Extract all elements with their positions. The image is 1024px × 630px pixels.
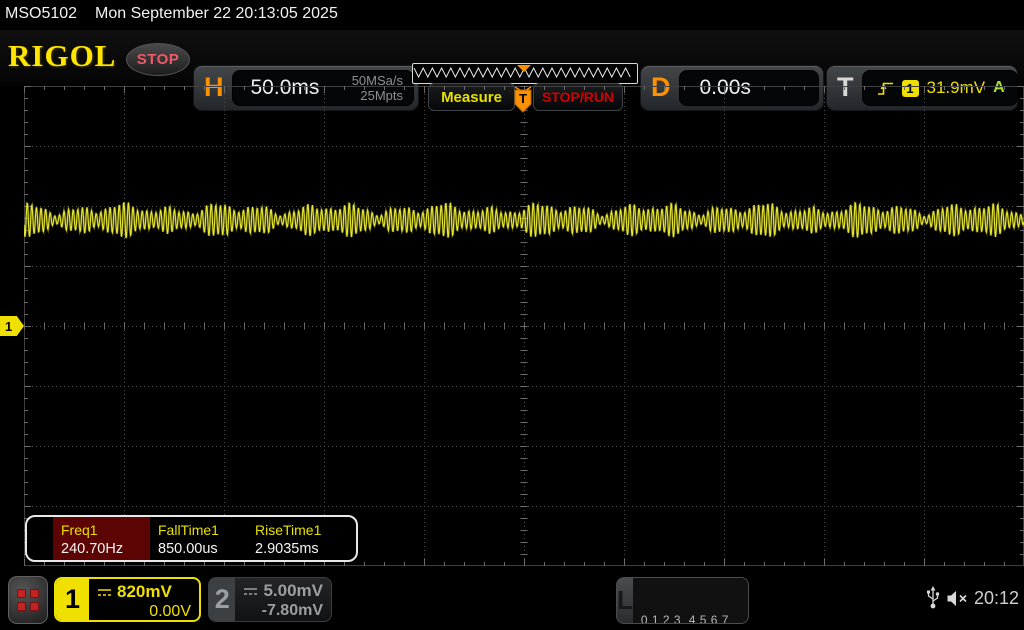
logic-badge: L — [617, 578, 633, 623]
ch2-scale: 5.00mV — [263, 581, 323, 600]
model-name: MSO5102 — [5, 5, 78, 22]
dc-coupling-icon — [244, 587, 258, 595]
channel1-badge: 1 — [56, 579, 89, 620]
measurement-item-risetime1[interactable]: RiseTime1 2.9035ms — [247, 517, 344, 560]
quick-menu-icon — [17, 589, 26, 598]
oscilloscope-screen: MSO5102 Mon September 22 20:13:05 2025 R… — [0, 0, 1024, 630]
sound-mute-toggle[interactable] — [946, 590, 970, 612]
speaker-muted-icon — [947, 591, 967, 606]
usb-status — [926, 586, 940, 615]
dc-coupling-icon — [98, 588, 111, 596]
measurement-label: RiseTime1 — [255, 522, 322, 538]
measurement-panel[interactable]: Freq1 240.70Hz FallTime1 850.00us RiseTi… — [25, 515, 358, 562]
measurement-value: 240.70Hz — [61, 541, 124, 557]
logic-row-0-7: 0 1 2 3 4 5 6 7 — [640, 613, 729, 624]
clock-readout: 20:12 — [974, 588, 1020, 608]
usb-icon — [927, 586, 940, 609]
channel2-badge: 2 — [209, 578, 236, 621]
overview-waveform — [413, 65, 631, 79]
measurement-item-freq1[interactable]: Freq1 240.70Hz — [53, 517, 150, 560]
waveform-display-area: T — [22, 86, 1024, 567]
measurement-label: FallTime1 — [158, 522, 219, 538]
header-bar: RIGOL STOP H 50.0ms 50MSa/s 25Mpts Measu… — [0, 30, 1024, 111]
channel1-block[interactable]: 1 820mV 0.00V — [54, 577, 201, 622]
measurement-label: Freq1 — [61, 522, 98, 538]
ch1-scale: 820mV — [117, 582, 172, 601]
ch2-offset: -7.80mV — [261, 602, 323, 619]
measurement-value: 2.9035ms — [255, 541, 319, 557]
ch1-offset: 0.00V — [149, 603, 191, 620]
acquisition-status-badge: STOP — [126, 43, 190, 76]
ch1-level-marker[interactable]: 1 — [0, 316, 24, 336]
logic-channels-block[interactable]: L 0 1 2 3 4 5 6 7 8 9 1011 12131415 — [616, 577, 749, 624]
channel2-block[interactable]: 2 5.00mV -7.80mV — [208, 577, 332, 622]
svg-text:T: T — [519, 91, 527, 106]
measurement-item-falltime1[interactable]: FallTime1 850.00us — [150, 517, 247, 560]
timebase-overview[interactable] — [412, 63, 638, 84]
top-info-bar: MSO5102 Mon September 22 20:13:05 2025 — [0, 0, 1024, 30]
quick-menu-button[interactable] — [8, 576, 48, 624]
trigger-position-marker[interactable]: T — [514, 86, 532, 113]
measurement-value: 850.00us — [158, 541, 218, 557]
rigol-logo: RIGOL — [8, 38, 117, 73]
system-datetime: Mon September 22 20:13:05 2025 — [95, 5, 338, 22]
graticule: T — [22, 86, 1024, 567]
